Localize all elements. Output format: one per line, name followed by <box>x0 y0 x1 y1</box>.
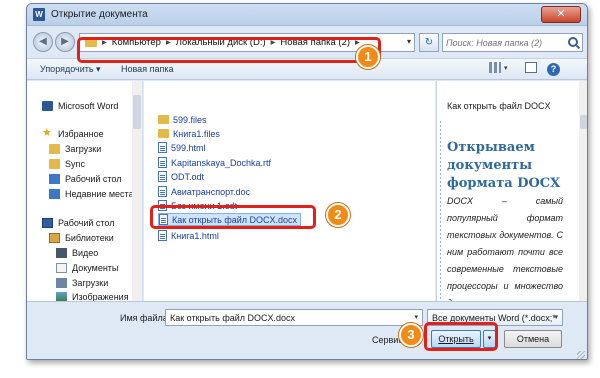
view-options-icon[interactable] <box>489 62 501 73</box>
desktop-icon <box>49 174 60 184</box>
sidebar-item-libraries[interactable]: Библиотеки <box>49 233 114 243</box>
file-list: 599.files Книга1.files 599.html Kapitans… <box>144 81 435 301</box>
chevron-down-icon[interactable]: ▾ <box>407 37 411 46</box>
sidebar-item-label: Изображения <box>72 292 129 301</box>
filename-label: Имя файла: <box>120 313 171 323</box>
sync-folder-icon <box>49 159 60 169</box>
preview-title: Как открыть файл DOCX <box>447 101 551 111</box>
sidebar-item-label: Недавние места <box>65 189 134 199</box>
file-item[interactable]: Книга1.html <box>158 229 219 242</box>
preview-pane-toggle-icon[interactable] <box>525 62 537 73</box>
sidebar-item-sync[interactable]: Sync <box>49 159 85 169</box>
forward-button[interactable]: ▶ <box>55 32 75 52</box>
sidebar-item-microsoft-word[interactable]: Microsoft Word <box>42 101 118 111</box>
preview-pane: Как открыть файл DOCX Открываем документ… <box>436 81 587 301</box>
sidebar-item-label: Рабочий стол <box>65 174 122 184</box>
document-icon <box>158 186 167 197</box>
star-icon: ★ <box>42 127 52 139</box>
file-name: 599.files <box>173 114 207 125</box>
file-name: ODT.odt <box>171 171 205 182</box>
sidebar-item-video[interactable]: Видео <box>56 248 98 258</box>
search-box[interactable] <box>442 33 583 52</box>
sidebar-item-images[interactable]: Изображения <box>56 292 129 301</box>
filename-field[interactable]: ▾ <box>165 309 423 326</box>
library-icon <box>49 233 60 243</box>
video-icon <box>56 248 67 258</box>
file-item[interactable]: 599.html <box>158 141 206 154</box>
highlight-selected-file <box>150 205 316 229</box>
file-name: Авиатранспорт.doc <box>171 186 251 197</box>
sidebar-item-label: Загрузки <box>65 144 102 154</box>
folder-icon <box>158 129 169 138</box>
navigation-pane: Microsoft Word ★ Избранное Загрузки Sync… <box>27 81 143 301</box>
new-folder-button[interactable]: Новая папка <box>121 64 173 74</box>
documents-icon <box>56 263 67 273</box>
organize-menu[interactable]: Упорядочить ▾ <box>40 64 101 75</box>
sidebar-item-downloads-lib[interactable]: Загрузки <box>56 278 108 288</box>
highlight-open-button <box>424 322 498 351</box>
callout-badge-1: 1 <box>356 45 380 69</box>
file-item[interactable]: Книга1.files <box>158 127 220 140</box>
footer: Имя файла: ▾ Все документы Word (*.docx;… <box>27 301 587 359</box>
word-icon <box>42 101 53 111</box>
file-name: Книга1.files <box>173 128 220 139</box>
sidebar-item-label: Документы <box>72 263 119 273</box>
file-item[interactable]: Kapitanskaya_Dochka.rtf <box>158 156 271 169</box>
folder-icon <box>158 115 169 124</box>
document-icon <box>158 157 167 168</box>
preview-heading: Открываем документы формата DOCX <box>447 140 561 191</box>
chevron-down-icon[interactable]: ▾ <box>554 313 558 321</box>
close-button[interactable]: ✕ <box>541 6 581 23</box>
sidebar-item-label: Загрузки <box>72 278 109 288</box>
file-name: 599.html <box>171 142 206 153</box>
downloads-folder-icon <box>49 144 60 154</box>
search-input[interactable] <box>446 36 564 49</box>
resize-grip[interactable] <box>577 351 585 359</box>
preview-scrollbar[interactable] <box>579 81 587 301</box>
highlight-address-bar <box>77 37 381 63</box>
sidebar-item-desktop-fav[interactable]: Рабочий стол <box>49 174 122 184</box>
sidebar-item-downloads[interactable]: Загрузки <box>49 144 101 154</box>
sidebar-item-favorites[interactable]: ★ Избранное <box>42 128 104 139</box>
recent-places-icon <box>49 189 60 199</box>
preview-divider <box>440 121 441 301</box>
back-button[interactable]: ◀ <box>33 32 53 52</box>
sidebar-scrollbar[interactable] <box>132 81 142 301</box>
images-icon <box>56 292 67 301</box>
sidebar-item-desktop[interactable]: Рабочий стол <box>42 218 115 228</box>
window-title: Открытие документа <box>51 9 148 20</box>
desktop-icon <box>42 218 53 228</box>
callout-badge-3: 3 <box>399 323 423 347</box>
document-icon <box>158 230 167 241</box>
filename-input[interactable] <box>170 312 400 324</box>
sidebar-item-documents[interactable]: Документы <box>56 263 118 273</box>
title-bar: W Открытие документа ✕ <box>27 4 587 26</box>
chevron-down-icon[interactable]: ▾ <box>504 64 508 79</box>
sidebar-item-label: Microsoft Word <box>58 101 119 111</box>
file-name: Книга1.html <box>171 230 219 241</box>
help-icon[interactable]: ? <box>547 63 560 76</box>
sidebar-item-label: Sync <box>65 159 86 169</box>
preview-body: DOCX – самый популярный формат текстовых… <box>447 196 563 301</box>
callout-badge-2: 2 <box>326 203 350 227</box>
sidebar-item-label: Рабочий стол <box>58 218 115 228</box>
refresh-button[interactable]: ↻ <box>419 33 439 52</box>
cancel-button[interactable]: Отмена <box>504 330 562 348</box>
chevron-down-icon[interactable]: ▾ <box>414 313 418 321</box>
file-item[interactable]: 599.files <box>158 113 207 126</box>
file-name: Kapitanskaya_Dochka.rtf <box>171 157 272 168</box>
sidebar-item-label: Избранное <box>58 128 104 139</box>
document-icon <box>158 142 167 153</box>
scrollbar-thumb[interactable] <box>133 95 141 129</box>
downloads-icon <box>56 278 67 288</box>
document-icon <box>158 171 167 182</box>
word-app-icon: W <box>33 8 45 21</box>
scrollbar-thumb[interactable] <box>580 115 587 129</box>
sidebar-item-label: Видео <box>72 248 99 258</box>
search-icon[interactable] <box>568 37 578 47</box>
file-item[interactable]: ODT.odt <box>158 170 204 183</box>
sidebar-item-recent-places[interactable]: Недавние места <box>49 189 134 199</box>
file-item[interactable]: Авиатранспорт.doc <box>158 185 250 198</box>
sidebar-item-label: Библиотеки <box>65 233 114 243</box>
